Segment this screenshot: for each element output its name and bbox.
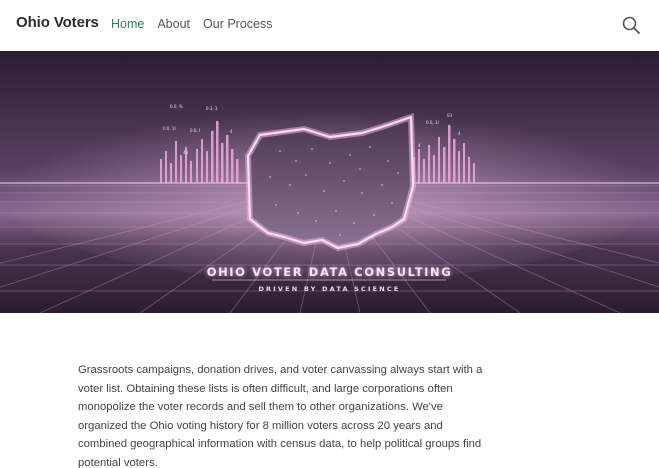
hero-subtitle: DRIVEN BY DATA SCIENCE xyxy=(258,285,401,293)
svg-text:0.0, %: 0.0, % xyxy=(170,104,183,109)
top-navbar: Ohio Voters Home About Our Process xyxy=(0,0,659,50)
svg-text:0.3, 3: 0.3, 3 xyxy=(206,106,218,111)
svg-text:03: 03 xyxy=(447,113,453,118)
svg-text:0.0, I: 0.0, I xyxy=(190,128,200,133)
nav-link-about[interactable]: About xyxy=(157,17,190,31)
hero-banner: 0.0, % 0.0, 1I 0.0, I 0.3, 3 43 4 0.0, 1 xyxy=(0,51,659,313)
nav-links: Home About Our Process xyxy=(111,17,285,31)
hero-title: OHIO VOTER DATA CONSULTING xyxy=(206,265,453,279)
svg-text:0.0, 1I: 0.0, 1I xyxy=(163,126,176,131)
svg-text:0.0, 1I: 0.0, 1I xyxy=(426,120,439,125)
nav-link-home[interactable]: Home xyxy=(111,17,144,31)
brand-logo-link[interactable]: Ohio Voters xyxy=(16,14,99,31)
search-button[interactable] xyxy=(621,15,641,35)
search-icon xyxy=(622,16,640,34)
svg-text:43: 43 xyxy=(183,150,189,155)
intro-paragraph: Grassroots campaigns, donation drives, a… xyxy=(78,364,483,468)
nav-link-our-process[interactable]: Our Process xyxy=(203,17,272,31)
